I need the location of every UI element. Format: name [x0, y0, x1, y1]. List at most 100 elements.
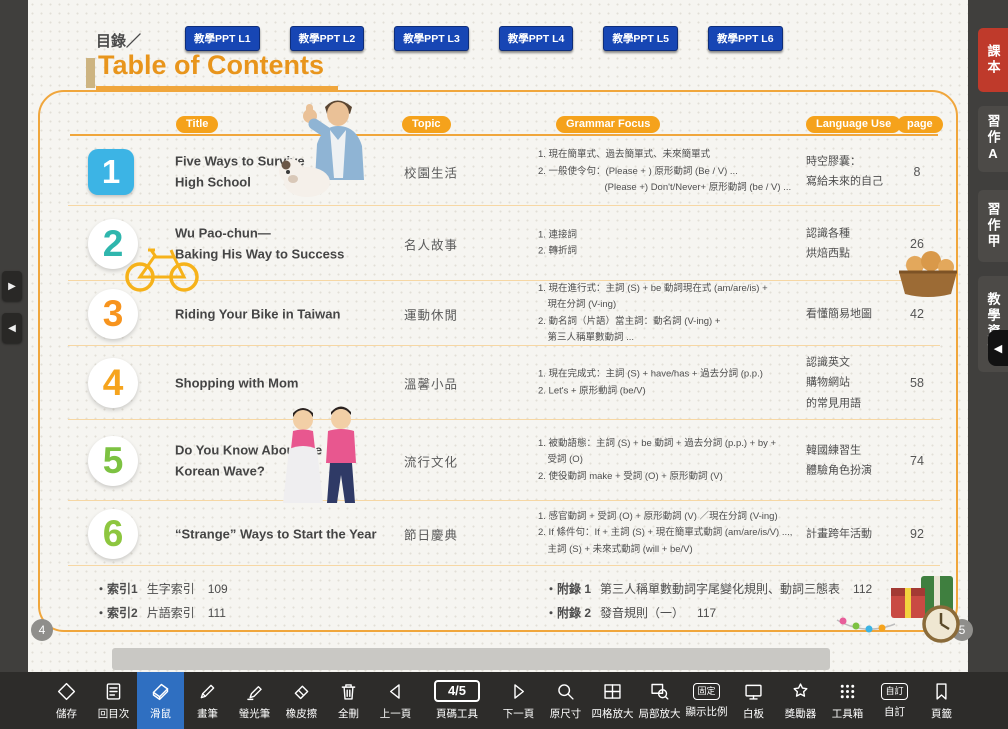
page-title-zh: 目錄／: [96, 30, 141, 51]
toc-row-unit-4[interactable]: 4 Shopping with Mom 溫馨小品 1. 現在完成式：主詞 (S)…: [38, 346, 956, 420]
custom-button[interactable]: 自訂 自訂: [871, 672, 918, 729]
unit-4-page-number: 58: [894, 376, 940, 390]
unit-5-number-badge: 5: [88, 436, 138, 486]
highlighter-icon: [244, 681, 265, 702]
save-diamond-icon: [56, 681, 77, 702]
index-item: ・索引1生字索引109: [95, 577, 228, 601]
custom-icon: 自訂: [881, 683, 907, 700]
unit-2-topic: 名人故事: [404, 234, 476, 253]
bookmark-icon: [931, 681, 952, 702]
unit-6-page-number: 92: [894, 527, 940, 541]
ebook-reader-window: 教學PPT L1 教學PPT L2 教學PPT L3 教學PPT L4 教學PP…: [0, 0, 1008, 729]
page-bottom-shadow-bar: [112, 648, 830, 670]
ppt-l2-button[interactable]: 教學PPT L2: [290, 26, 365, 51]
appendix-item: ・附錄 1第三人稱單數動詞字尾變化規則、動詞三態表112: [545, 577, 872, 601]
appendix-item: ・附錄 2發音規則（一）117: [545, 601, 872, 625]
unit-5-grammar-focus: 1. 被動語態：主詞 (S) + be 動詞 + 過去分詞 (p.p.) + b…: [538, 436, 804, 486]
tab-workbook-jia[interactable]: 習作甲: [978, 190, 1008, 262]
highlighter-tool-button[interactable]: 螢光筆: [231, 672, 278, 729]
original-size-button[interactable]: 原尺寸: [542, 672, 589, 729]
gifts-and-clock-illustration: [835, 552, 965, 644]
unit-3-topic: 運動休閒: [404, 304, 476, 323]
unit-5-page-number: 74: [894, 454, 940, 468]
unit-3-grammar-focus: 1. 現在進行式：主詞 (S) + be 動詞現在式 (am/are/is) +…: [538, 280, 804, 347]
unit-1-number-badge: 1: [88, 149, 134, 195]
hanbok-couple-illustration: [275, 405, 370, 510]
unit-6-topic: 節日慶典: [404, 524, 476, 543]
tab-workbook-a[interactable]: 習作A: [978, 106, 1008, 172]
display-ratio-button[interactable]: 固定 顯示比例: [683, 672, 730, 729]
toc-row-unit-5[interactable]: 5 Do You Know About the Korean Wave? 流行文…: [38, 420, 956, 501]
next-page-button[interactable]: 下一頁: [495, 672, 542, 729]
unit-3-page-number: 42: [894, 307, 940, 321]
mouse-tool-button[interactable]: 滑鼠: [137, 672, 184, 729]
appendix-reference-list: ・附錄 1第三人稱單數動詞字尾變化規則、動詞三態表112 ・附錄 2發音規則（一…: [545, 577, 872, 625]
toc-row-unit-6[interactable]: 6 “Strange” Ways to Start the Year 節日慶典 …: [38, 501, 956, 566]
partial-zoom-button[interactable]: 局部放大: [636, 672, 683, 729]
unit-6-grammar-focus: 1. 感官動詞 + 受詞 (O) + 原形動詞 (V) ／現在分詞 (V-ing…: [538, 509, 804, 559]
unit-1-page-number: 8: [894, 165, 940, 179]
title-accent-tab: [86, 58, 95, 88]
unit-1-grammar-focus: 1. 現在簡單式、過去簡單式、未來簡單式 2. 一般使令句：(Please + …: [538, 147, 804, 197]
unit-1-topic: 校園生活: [404, 163, 476, 182]
pen-icon: [197, 681, 218, 702]
column-header-title: Title: [176, 116, 218, 133]
magnifier-icon: [555, 681, 576, 702]
pen-tool-button[interactable]: 畫筆: [184, 672, 231, 729]
toc-row-unit-1[interactable]: 1 Five Ways to Survive High School 校園生活 …: [38, 138, 956, 206]
fixed-ratio-icon: 固定: [693, 683, 719, 700]
eraser-tool-button[interactable]: 橡皮擦: [278, 672, 325, 729]
page-title: Table of Contents: [96, 50, 338, 90]
ppt-l6-button[interactable]: 教學PPT L6: [708, 26, 783, 51]
eraser-icon: [291, 681, 312, 702]
unit-3-language-use: 看懂簡易地圖: [806, 303, 900, 323]
unit-6-title: “Strange” Ways to Start the Year: [175, 523, 395, 544]
unit-6-language-use: 計畫跨年活動: [806, 523, 900, 543]
unit-4-language-use: 認識英文 購物網站 的常見用語: [806, 352, 900, 413]
delete-all-button[interactable]: 全刪: [325, 672, 372, 729]
page-number-tool[interactable]: 4/5 頁碼工具: [419, 672, 495, 729]
bread-basket-illustration: [893, 248, 963, 300]
reward-tool-button[interactable]: 獎勵器: [777, 672, 824, 729]
column-header-language-use: Language Use: [806, 116, 901, 133]
student-photo-illustration: [277, 98, 387, 200]
page-number-display[interactable]: 4/5: [434, 680, 480, 702]
unit-4-title: Shopping with Mom: [175, 372, 395, 393]
unit-4-grammar-focus: 1. 現在完成式：主詞 (S) + have/has + 過去分詞 (p.p.)…: [538, 366, 804, 399]
ppt-button-row: 教學PPT L1 教學PPT L2 教學PPT L3 教學PPT L4 教學PP…: [185, 26, 783, 51]
four-panel-zoom-button[interactable]: 四格放大: [589, 672, 636, 729]
ppt-l4-button[interactable]: 教學PPT L4: [499, 26, 574, 51]
previous-page-button[interactable]: 上一頁: [372, 672, 419, 729]
unit-4-number-badge: 4: [88, 358, 138, 408]
unit-5-topic: 流行文化: [404, 451, 476, 470]
ppt-l1-button[interactable]: 教學PPT L1: [185, 26, 260, 51]
ppt-l5-button[interactable]: 教學PPT L5: [603, 26, 678, 51]
whiteboard-button[interactable]: 白板: [730, 672, 777, 729]
unit-2-language-use: 認識各種 烘焙西點: [806, 223, 900, 264]
index-item: ・索引2片語索引111: [95, 601, 228, 625]
unit-2-title: Wu Pao-chun— Baking His Way to Success: [175, 222, 395, 265]
unit-1-language-use: 時空膠囊： 寫給未來的自己: [806, 152, 900, 193]
index-reference-list: ・索引1生字索引109 ・索引2片語索引111: [95, 577, 228, 625]
unit-3-number-badge: 3: [88, 289, 138, 339]
four-grid-icon: [602, 681, 623, 702]
sidebar-collapse-arrow[interactable]: ◀: [988, 330, 1008, 366]
unit-4-topic: 溫馨小品: [404, 374, 476, 393]
unit-2-grammar-focus: 1. 連接詞 2. 轉折詞: [538, 227, 804, 260]
unit-5-language-use: 韓國練習生 體驗角色扮演: [806, 440, 900, 481]
page-tabs-button[interactable]: 頁籤: [918, 672, 965, 729]
save-button[interactable]: 儲存: [43, 672, 90, 729]
tab-textbook[interactable]: 課本: [978, 28, 1008, 92]
previous-page-arrow-icon: [385, 681, 406, 702]
left-panel-forward-arrow[interactable]: ▶: [2, 271, 22, 301]
next-page-arrow-icon: [508, 681, 529, 702]
bottom-toolbar: 儲存 回目次 滑鼠 畫筆 螢光筆 橡皮擦 全刪 上一頁: [0, 672, 1008, 729]
toolbox-button[interactable]: 工具箱: [824, 672, 871, 729]
left-panel-back-arrow[interactable]: ◀: [2, 313, 22, 343]
toolbox-grid-icon: [837, 681, 858, 702]
back-to-contents-button[interactable]: 回目次: [90, 672, 137, 729]
star-icon: [790, 681, 811, 702]
ppt-l3-button[interactable]: 教學PPT L3: [394, 26, 469, 51]
column-header-topic: Topic: [402, 116, 451, 133]
mouse-pointer-icon: [150, 681, 171, 702]
